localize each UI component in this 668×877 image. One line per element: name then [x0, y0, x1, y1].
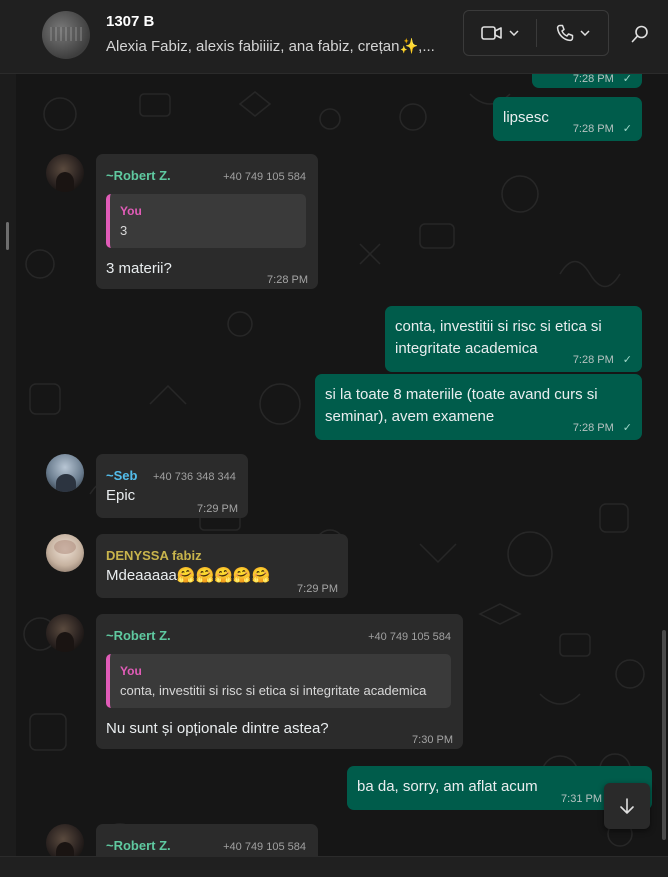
message-time: 7:28 PM ✓ — [572, 74, 632, 85]
sender-phone: +40 749 105 584 — [368, 631, 451, 643]
message-text: Mdeaaaaa🤗🤗🤗🤗🤗 — [106, 567, 271, 584]
video-camera-icon — [481, 26, 502, 40]
scroll-to-bottom-button[interactable] — [604, 783, 650, 829]
outgoing-message[interactable]: conta, investitii si risc si etica si in… — [385, 306, 642, 372]
message-text-line1: conta, investitii si risc si etica si — [395, 318, 602, 335]
hugging-face-emoji: 🤗🤗🤗🤗🤗 — [176, 567, 271, 584]
message-text: lipsesc — [503, 109, 549, 126]
voice-call-button[interactable] — [537, 11, 609, 55]
outgoing-message[interactable]: 7:28 PM ✓ — [532, 74, 642, 88]
message-composer[interactable] — [0, 856, 668, 877]
outgoing-message[interactable]: lipsesc 7:28 PM ✓ — [493, 97, 642, 141]
quoted-message[interactable]: You conta, investitii si risc si etica s… — [106, 654, 451, 708]
arrow-down-icon — [620, 798, 634, 814]
quoted-text: conta, investitii si risc si etica si in… — [120, 683, 427, 698]
chevron-down-icon — [580, 30, 590, 36]
sender-name[interactable]: ~Robert Z. — [106, 625, 171, 646]
incoming-message[interactable]: ~Robert Z. +40 749 105 584 You 3 3 mater… — [96, 154, 318, 289]
sender-name[interactable]: ~Robert Z. — [106, 165, 171, 186]
search-button[interactable] — [624, 18, 656, 50]
quoted-sender: You — [120, 204, 142, 218]
message-text-line2: seminar), avem examene — [325, 408, 495, 425]
incoming-message[interactable]: ~Robert Z. +40 749 105 584 You conta, in… — [96, 614, 463, 749]
incoming-message[interactable]: DENYSSA fabiz Mdeaaaaa🤗🤗🤗🤗🤗 7:29 PM — [96, 534, 348, 598]
sender-phone: +40 736 348 344 — [153, 471, 236, 483]
sender-name[interactable]: ~Robert Z. — [106, 835, 171, 856]
message-text-line2: integritate academica — [395, 340, 538, 357]
message-time: 7:28 PM ✓ — [572, 422, 632, 434]
message-text-line1: si la toate 8 materiile (toate avand cur… — [325, 386, 598, 403]
left-rail — [0, 74, 16, 856]
message-text: ba da, sorry, am aflat acum — [357, 778, 538, 795]
video-call-button[interactable] — [464, 11, 536, 55]
chevron-down-icon — [509, 30, 519, 36]
incoming-message[interactable]: ~Robert Z. +40 749 105 584 — [96, 824, 318, 856]
double-check-icon: ✓ — [622, 354, 632, 366]
avatar[interactable] — [46, 534, 84, 572]
avatar[interactable] — [46, 154, 84, 192]
chat-header: 1307 B Alexia Fabiz, alexis fabiiiiz, an… — [0, 0, 668, 74]
message-text: Nu sunt și opționale dintre astea? — [106, 720, 329, 737]
group-participants[interactable]: Alexia Fabiz, alexis fabiiiiz, ana fabiz… — [106, 37, 452, 55]
avatar[interactable] — [46, 454, 84, 492]
message-text: Epic — [106, 487, 136, 504]
rail-indicator — [6, 222, 9, 250]
search-icon — [631, 25, 648, 43]
message-list[interactable]: 7:28 PM ✓ lipsesc 7:28 PM ✓ ~Robert Z. +40… — [0, 74, 668, 856]
scrollbar[interactable] — [662, 630, 666, 840]
sender-phone: +40 749 105 584 — [223, 841, 306, 853]
double-check-icon: ✓ — [622, 74, 632, 85]
sender-phone: +40 749 105 584 — [223, 171, 306, 183]
call-button-group — [463, 10, 609, 56]
sender-name[interactable]: ~Seb — [106, 465, 137, 486]
group-avatar[interactable] — [42, 11, 90, 59]
phone-icon — [556, 24, 574, 42]
message-time: 7:28 PM — [267, 274, 308, 286]
message-time: 7:29 PM — [197, 503, 238, 515]
incoming-message[interactable]: ~Seb +40 736 348 344 Epic 7:29 PM — [96, 454, 248, 518]
message-time: 7:31 PM — [561, 793, 602, 805]
message-time: 7:28 PM ✓ — [572, 123, 632, 135]
avatar[interactable] — [46, 824, 84, 856]
message-time: 7:30 PM — [412, 734, 453, 746]
sender-name[interactable]: DENYSSA fabiz — [106, 545, 202, 566]
message-time: 7:28 PM ✓ — [572, 354, 632, 366]
double-check-icon: ✓ — [622, 422, 632, 434]
outgoing-message[interactable]: si la toate 8 materiile (toate avand cur… — [315, 374, 642, 440]
avatar[interactable] — [46, 614, 84, 652]
quoted-sender: You — [120, 664, 142, 678]
quoted-message[interactable]: You 3 — [106, 194, 306, 248]
message-time: 7:29 PM — [297, 583, 338, 595]
group-name[interactable]: 1307 B — [106, 13, 154, 30]
message-text: 3 materii? — [106, 260, 172, 277]
quoted-text: 3 — [120, 223, 128, 238]
double-check-icon: ✓ — [622, 123, 632, 135]
